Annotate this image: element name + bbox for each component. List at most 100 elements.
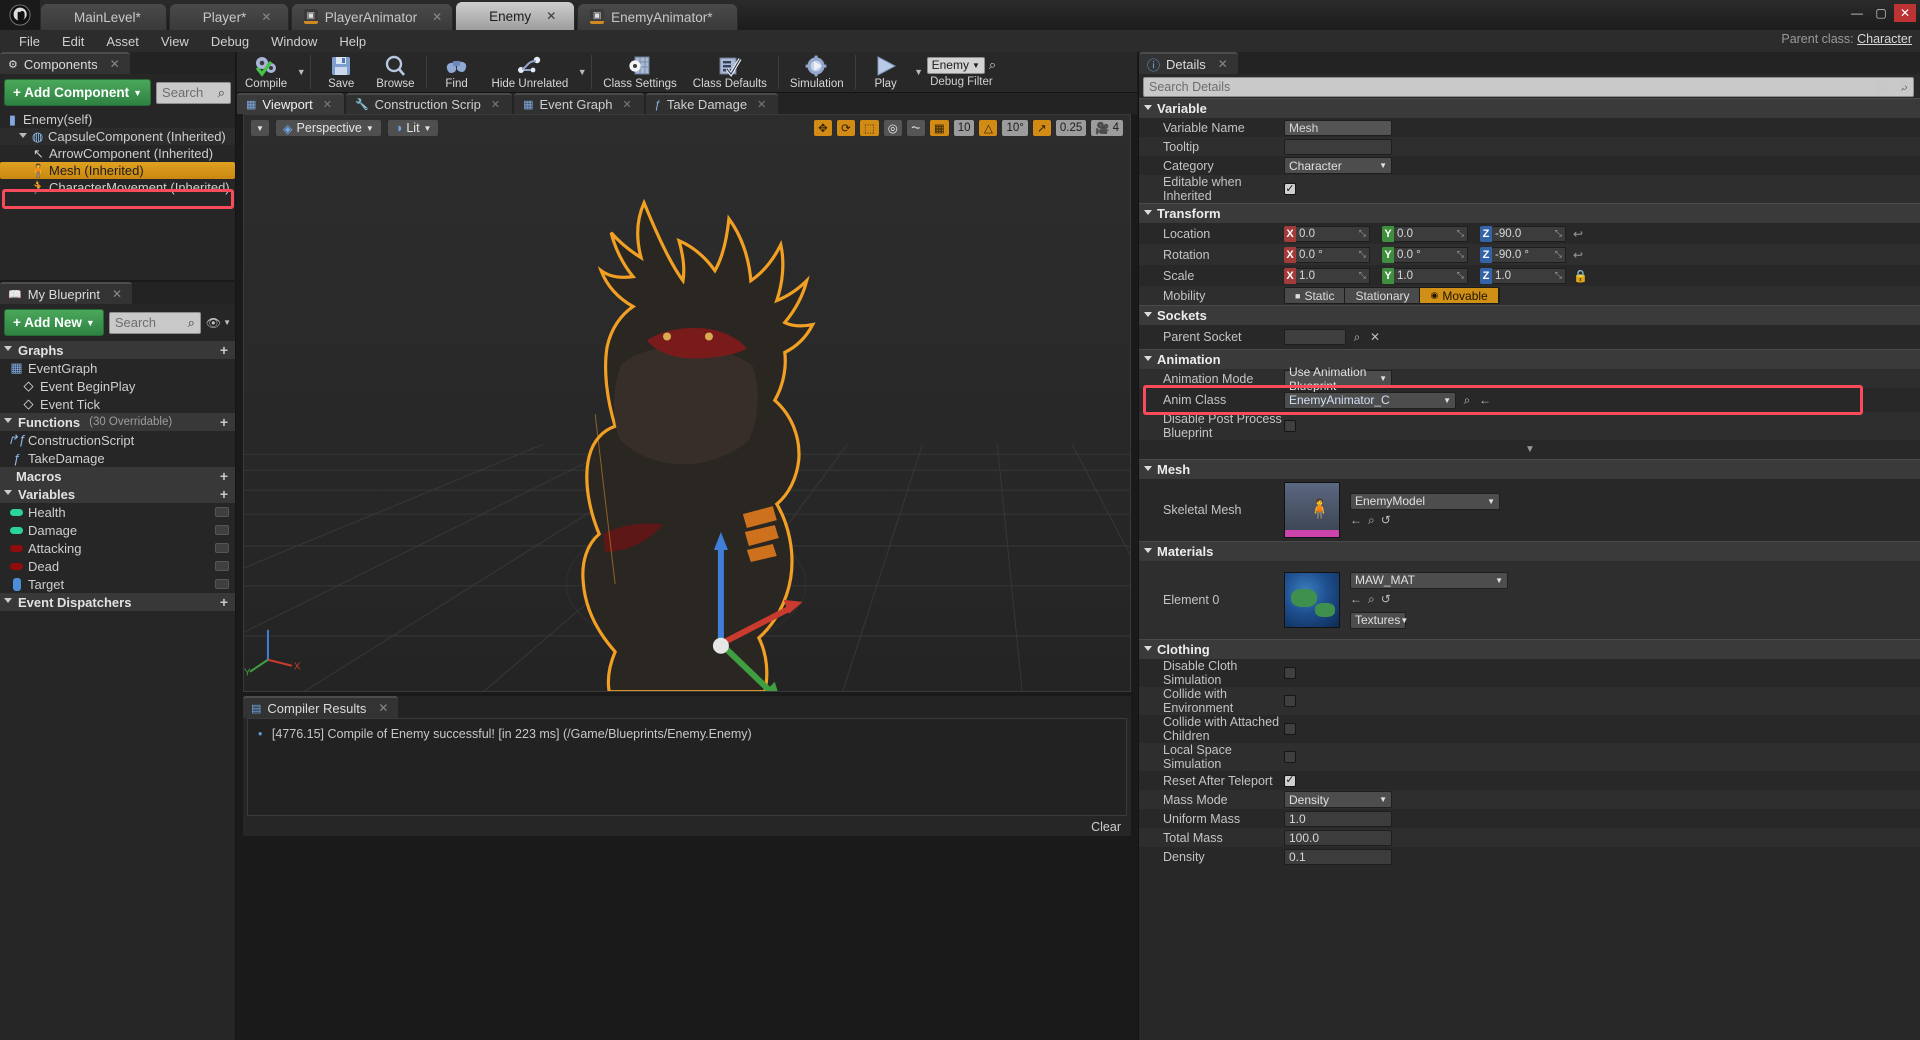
chevron-down-icon[interactable]: ▼	[576, 52, 588, 93]
text-field[interactable]	[1284, 138, 1392, 155]
add-new-button[interactable]: + Add New ▼	[4, 309, 104, 336]
rotate-mode-button[interactable]: ⟳	[835, 119, 856, 137]
expand-more-row[interactable]: ▼	[1139, 440, 1920, 459]
component-tree-item[interactable]: 🧍 Mesh (Inherited)	[0, 162, 235, 179]
window-tab-enemy[interactable]: Enemy ✕	[455, 1, 576, 30]
lock-icon[interactable]: 🔒	[1573, 269, 1588, 283]
variable-visibility-toggle[interactable]	[215, 507, 229, 517]
material-thumbnail[interactable]	[1284, 572, 1340, 628]
minimize-button[interactable]: —	[1846, 4, 1868, 22]
expander-icon[interactable]	[1144, 104, 1152, 113]
spinner-icon[interactable]: ⤡	[1359, 249, 1366, 260]
close-icon[interactable]: ✕	[110, 57, 120, 71]
details-section-materials[interactable]: Materials	[1139, 541, 1920, 561]
debug-filter-combo[interactable]: Enemy ▼	[926, 56, 985, 74]
details-section-variable[interactable]: Variable	[1139, 98, 1920, 118]
spinner-icon[interactable]: ⤡	[1457, 270, 1464, 281]
viewport[interactable]: X Y ▼ ◈ Perspective ▼ ◑ Lit ▼ ✥ ⟳ ⬚ ◎ ⏦ …	[243, 114, 1131, 692]
vector-component-x[interactable]: X 0.0 ° ⤡	[1284, 246, 1370, 263]
vector-component-y[interactable]: Y 0.0 ⤡	[1382, 225, 1468, 242]
vector-component-y[interactable]: Y 1.0 ⤡	[1382, 267, 1468, 284]
components-search-input[interactable]: Search ⌕	[156, 81, 231, 104]
add-icon[interactable]: +	[220, 486, 228, 502]
close-icon[interactable]: ✕	[623, 98, 632, 111]
checkbox[interactable]	[1284, 723, 1296, 735]
add-icon[interactable]: +	[220, 342, 228, 358]
close-icon[interactable]: ✕	[1218, 57, 1228, 71]
search-icon[interactable]: ⌕	[989, 57, 996, 73]
spinner-icon[interactable]: ⤡	[1555, 270, 1562, 281]
maximize-button[interactable]: ▢	[1870, 4, 1892, 22]
my-blueprint-item[interactable]: Target	[0, 575, 235, 593]
mobility-option-static[interactable]: ■ Static	[1285, 288, 1346, 303]
class-settings-button[interactable]: Class Settings	[595, 52, 685, 93]
view-mode-button[interactable]: ◈ Perspective ▼	[274, 119, 382, 137]
dropdown[interactable]: Character ▼	[1284, 157, 1392, 174]
revert-icon[interactable]: ↩	[1573, 248, 1583, 262]
browse-icon[interactable]: ⌕	[1368, 592, 1375, 607]
save-button[interactable]: Save	[314, 52, 368, 93]
tab-my-blueprint[interactable]: 📖 My Blueprint ✕	[0, 282, 133, 304]
vector-component-x[interactable]: X 0.0 ⤡	[1284, 225, 1370, 242]
window-tab-mainlevel[interactable]: MainLevel*	[40, 3, 167, 30]
details-section-animation[interactable]: Animation	[1139, 349, 1920, 369]
skeletal-mesh-thumbnail[interactable]: 🧍	[1284, 482, 1340, 538]
text-field[interactable]: 100.0	[1284, 829, 1392, 846]
close-button[interactable]: ✕	[1894, 4, 1916, 22]
expander-icon[interactable]	[4, 598, 12, 606]
simulation-button[interactable]: Simulation	[782, 52, 852, 93]
expander-icon[interactable]	[4, 490, 12, 498]
lit-mode-button[interactable]: ◑ Lit ▼	[386, 119, 440, 137]
close-icon[interactable]: ✕	[546, 9, 556, 23]
menu-item-window[interactable]: Window	[260, 32, 328, 51]
textures-button[interactable]: Textures ▼	[1350, 611, 1408, 629]
close-icon[interactable]: ✕	[757, 98, 766, 111]
close-icon[interactable]: ✕	[261, 10, 271, 24]
camera-speed-button[interactable]: 🎥 4	[1090, 119, 1124, 137]
vector-component-y[interactable]: Y 0.0 ° ⤡	[1382, 246, 1468, 263]
my-blueprint-item[interactable]: ↱ƒ ConstructionScript	[0, 431, 235, 449]
find-button[interactable]: Find	[430, 52, 484, 93]
details-section-clothing[interactable]: Clothing	[1139, 639, 1920, 659]
use-selected-icon[interactable]: ←	[1478, 393, 1492, 407]
mobility-option-stationary[interactable]: Stationary	[1345, 288, 1421, 303]
use-selected-icon[interactable]: ←	[1350, 513, 1362, 528]
close-icon[interactable]: ✕	[432, 10, 442, 24]
my-blueprint-search-input[interactable]: Search ⌕	[108, 311, 201, 334]
menu-item-view[interactable]: View	[150, 32, 200, 51]
window-tab-playeranimator[interactable]: ▣ PlayerAnimator ✕	[290, 3, 454, 30]
editor-tab-take-damage[interactable]: ƒ Take Damage ✕	[645, 93, 779, 114]
my-blueprint-item[interactable]: ▦ EventGraph	[0, 359, 235, 377]
list-item[interactable]: • [4776.15] Compile of Enemy successful!…	[258, 727, 1116, 741]
window-controls[interactable]: — ▢ ✕	[1846, 4, 1916, 22]
tab-components[interactable]: ⚙ Components ✕	[0, 52, 130, 74]
checkbox[interactable]	[1284, 420, 1296, 432]
add-icon[interactable]: +	[220, 468, 228, 484]
expander-icon[interactable]	[4, 346, 12, 354]
component-tree-item[interactable]: ↖ ArrowComponent (Inherited)	[0, 145, 235, 162]
checkbox[interactable]	[1284, 774, 1296, 787]
hide-unrelated-button[interactable]: Hide Unrelated	[484, 52, 577, 93]
close-icon[interactable]: ✕	[112, 287, 122, 301]
use-selected-icon[interactable]: ←	[1350, 592, 1362, 607]
close-icon[interactable]: ✕	[491, 98, 500, 111]
add-component-button[interactable]: + Add Component ▼	[4, 79, 152, 106]
variable-visibility-toggle[interactable]	[215, 561, 229, 571]
my-blueprint-item[interactable]: Dead	[0, 557, 235, 575]
play-button[interactable]: Play	[859, 52, 913, 93]
compiler-results-list[interactable]: • [4776.15] Compile of Enemy successful!…	[247, 718, 1127, 816]
chevron-down-icon[interactable]: ▼	[295, 52, 307, 93]
chevron-down-icon[interactable]: ▼	[913, 52, 925, 93]
compile-button[interactable]: Compile	[237, 52, 295, 93]
parent-socket-field[interactable]	[1284, 329, 1346, 345]
editor-tab-construction-scrip[interactable]: 🔧 Construction Scrip ✕	[345, 93, 513, 114]
mobility-option-movable[interactable]: ◉ Movable	[1420, 288, 1499, 303]
dropdown[interactable]: Density ▼	[1284, 791, 1392, 808]
grid-snap-value[interactable]: 10	[952, 119, 976, 137]
vector-component-z[interactable]: Z 1.0 ⤡	[1480, 267, 1566, 284]
my-blueprint-item[interactable]: ƒ TakeDamage	[0, 449, 235, 467]
spinner-icon[interactable]: ⤡	[1457, 228, 1464, 239]
expander-icon[interactable]	[1144, 311, 1152, 320]
expander-icon[interactable]	[4, 418, 12, 426]
scale-mode-button[interactable]: ⬚	[858, 119, 880, 137]
